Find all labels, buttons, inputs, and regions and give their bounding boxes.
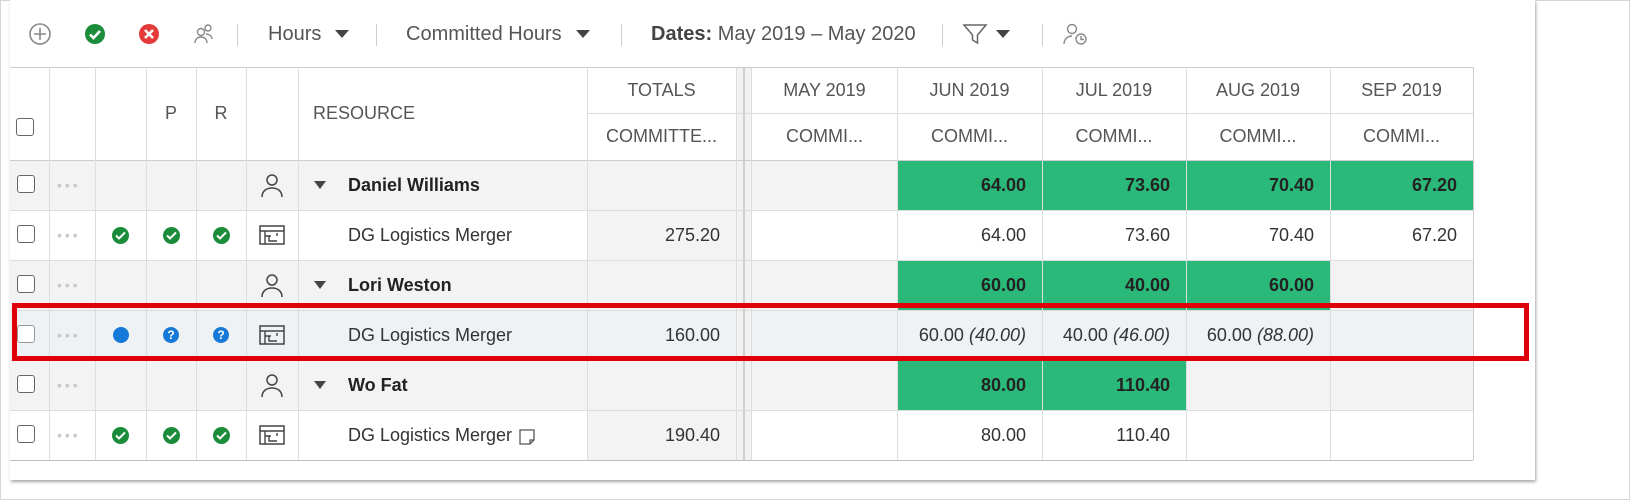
month-cell[interactable]: 67.20 (1330, 160, 1473, 210)
assign-resources-icon[interactable] (192, 0, 216, 68)
r-approved-icon[interactable] (196, 410, 246, 460)
reject-icon[interactable] (138, 0, 160, 68)
row-bg (752, 360, 897, 410)
month-cell[interactable]: 73.60 (1042, 210, 1186, 260)
row-menu-icon[interactable]: ••• (57, 160, 81, 210)
project-name[interactable]: DG Logistics Merger (348, 210, 512, 260)
month-cell[interactable]: 70.40 (1186, 210, 1330, 260)
month-cell[interactable]: 64.00 (897, 210, 1042, 260)
month-cell[interactable]: 70.40 (1186, 160, 1330, 210)
column-subheader-month[interactable]: COMMI... (1330, 113, 1473, 160)
column-header-resource[interactable]: RESOURCE (298, 67, 587, 160)
select-all-checkbox[interactable] (16, 117, 36, 137)
month-cell[interactable]: 80.00 (897, 360, 1042, 410)
add-icon[interactable] (28, 0, 52, 68)
measure-dropdown[interactable]: Committed Hours (406, 0, 590, 68)
month-cell[interactable]: 80.00 (897, 410, 1042, 460)
toolbar-divider (621, 24, 622, 46)
month-cell[interactable]: 73.60 (1042, 160, 1186, 210)
month-cell[interactable]: 110.40 (1042, 360, 1186, 410)
row-checkbox[interactable] (17, 375, 35, 393)
expand-toggle[interactable] (314, 160, 326, 210)
resource-name[interactable]: Wo Fat (348, 360, 408, 410)
project-name: DG Logistics Merger (348, 424, 513, 445)
column-subheader-month[interactable]: COMMI... (1042, 113, 1186, 160)
measure-dropdown-label: Committed Hours (406, 22, 562, 45)
toolbar: Hours Committed Hours Dates: May 2019 – … (10, 0, 1535, 68)
approve-icon[interactable] (84, 0, 106, 68)
column-header-month[interactable]: SEP 2019 (1330, 67, 1473, 113)
column-subheader-month[interactable]: COMMI... (897, 113, 1042, 160)
row-bg (752, 160, 897, 210)
toolbar-divider (1042, 24, 1043, 46)
person-icon (246, 360, 298, 410)
project-icon (246, 210, 298, 260)
chevron-down-icon (996, 30, 1010, 38)
column-header-month[interactable]: MAY 2019 (752, 67, 897, 113)
row-checkbox[interactable] (17, 225, 35, 243)
row-checkbox[interactable] (17, 275, 35, 293)
resource-name[interactable]: Daniel Williams (348, 160, 480, 210)
r-approved-icon[interactable] (196, 210, 246, 260)
month-cell[interactable]: 64.00 (897, 160, 1042, 210)
date-range-selector[interactable]: Dates: May 2019 – May 2020 (651, 0, 916, 68)
toolbar-divider (376, 24, 377, 46)
resource-planner-panel: Hours Committed Hours Dates: May 2019 – … (10, 0, 1535, 480)
toolbar-divider (237, 24, 238, 46)
filter-icon (962, 24, 988, 45)
row-checkbox[interactable] (17, 175, 35, 193)
total-cell: 190.40 (664, 424, 720, 445)
view-dropdown[interactable]: Hours (268, 0, 350, 68)
month-cell[interactable]: 110.40 (1042, 410, 1186, 460)
dates-value: May 2019 – May 2020 (717, 22, 916, 45)
column-subheader-totals[interactable]: COMMITTE... (587, 113, 736, 160)
row-menu-icon[interactable]: ••• (57, 410, 81, 460)
view-dropdown-label: Hours (268, 22, 322, 45)
project-name-with-note[interactable]: DG Logistics Merger (348, 410, 536, 460)
resource-history-icon[interactable] (1062, 0, 1090, 68)
column-header-month[interactable]: AUG 2019 (1186, 67, 1330, 113)
chevron-down-icon (575, 30, 590, 38)
column-subheader-month[interactable]: COMMI... (752, 113, 897, 160)
dates-label: Dates: (651, 22, 713, 45)
note-icon (519, 429, 535, 445)
highlight-annotation-box (12, 303, 1529, 361)
column-header-month[interactable]: JUL 2019 (1042, 67, 1186, 113)
frozen-pane-splitter[interactable] (736, 67, 752, 460)
person-icon (246, 160, 298, 210)
status-approved-icon[interactable] (95, 410, 146, 460)
month-cell[interactable]: 67.20 (1330, 210, 1473, 260)
row-menu-icon[interactable]: ••• (57, 360, 81, 410)
column-header-totals[interactable]: TOTALS (587, 67, 736, 113)
expand-toggle[interactable] (314, 360, 326, 410)
allocation-grid: 64.00 73.60 70.40 67.20 60.00 40.00 60.0… (10, 67, 1535, 480)
row-menu-icon[interactable]: ••• (57, 210, 81, 260)
row-checkbox[interactable] (17, 425, 35, 443)
total-cell: 275.20 (664, 224, 720, 245)
chevron-down-icon (335, 30, 350, 38)
p-approved-icon[interactable] (146, 410, 196, 460)
column-header-p[interactable]: P (146, 67, 196, 160)
filter-dropdown[interactable] (962, 0, 1010, 68)
column-header-month[interactable]: JUN 2019 (897, 67, 1042, 113)
toolbar-divider (942, 24, 943, 46)
column-header-r[interactable]: R (196, 67, 246, 160)
column-subheader-month[interactable]: COMMI... (1186, 113, 1330, 160)
status-approved-icon[interactable] (95, 210, 146, 260)
p-approved-icon[interactable] (146, 210, 196, 260)
project-icon (246, 410, 298, 460)
